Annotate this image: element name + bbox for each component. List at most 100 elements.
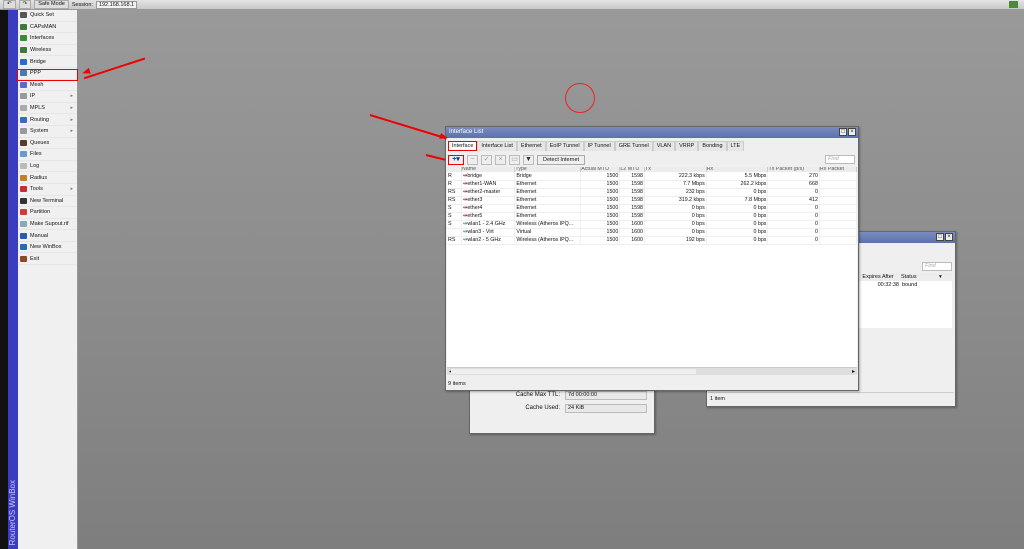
tab-ip-tunnel[interactable]: IP Tunnel	[583, 141, 615, 151]
col-status[interactable]: Status	[899, 273, 939, 281]
safe-mode-button[interactable]: Safe Mode	[34, 0, 69, 9]
sidebar-item-wireless[interactable]: Wireless	[18, 45, 77, 57]
tab-vrrp[interactable]: VRRP	[675, 141, 699, 151]
interface-name: ether4	[467, 205, 483, 211]
find-input[interactable]: Find	[825, 155, 855, 164]
undo-button[interactable]: ↶	[3, 0, 16, 9]
table-row[interactable]: S ⇹ether4 Ethernet 1500 1598 0 bps 0 bps 0	[447, 204, 857, 213]
sidebar-item-label: System	[30, 128, 49, 135]
cell	[819, 180, 857, 189]
cell	[819, 204, 857, 213]
window-title-bar[interactable]: Interface List □ ×	[446, 127, 858, 138]
tab-interface-list[interactable]: Interface List	[477, 141, 517, 151]
enable-button[interactable]: ✓	[481, 154, 492, 165]
sidebar-item-new-winbox[interactable]: New WinBox	[18, 242, 77, 254]
comment-button[interactable]: ▭	[509, 154, 520, 165]
cache-ttl-field[interactable]: 7d 00:00:00	[565, 391, 647, 400]
maximize-icon[interactable]: □	[839, 128, 847, 136]
sidebar-item-label: Bridge	[30, 58, 46, 65]
interface-name: wlan1 - 2.4 GHz	[467, 221, 506, 227]
tab-gre-tunnel[interactable]: GRE Tunnel	[614, 141, 653, 151]
sidebar-item-interfaces[interactable]: Interfaces	[18, 33, 77, 45]
cell: RS	[447, 188, 462, 197]
sidebar-item-queues[interactable]: Queues	[18, 138, 77, 150]
tab-lte[interactable]: LTE	[726, 141, 745, 151]
brand-text: RouterOS WinBox	[8, 479, 17, 545]
find-input[interactable]: Find	[922, 262, 952, 271]
sidebar-item-capsman[interactable]: CAPsMAN	[18, 22, 77, 34]
sidebar-item-bridge[interactable]: Bridge	[18, 56, 77, 68]
sidebar-item-partition[interactable]: Partition	[18, 207, 77, 219]
tab-interface[interactable]: Interface	[448, 141, 478, 151]
cell: Ethernet	[514, 204, 582, 213]
remove-button[interactable]: −	[467, 154, 478, 165]
redo-button[interactable]: ↷	[18, 0, 32, 9]
screen-edge	[0, 10, 8, 549]
sidebar-item-label: Make Supout.rif	[30, 220, 69, 227]
menu-icon	[20, 93, 27, 100]
sidebar-item-tools[interactable]: Tools ▸	[18, 184, 77, 196]
annotation-arrow	[425, 154, 446, 161]
sidebar-item-label: IP	[30, 93, 36, 100]
table-row[interactable]: RS ⇹wlan2 - 5 GHz Wireless (Atheros IPQ...…	[447, 236, 857, 245]
interface-name: wlan2 - 5 GHz	[467, 237, 501, 243]
add-button[interactable]: +▾	[448, 154, 464, 165]
filter-icon[interactable]: ▼	[523, 154, 534, 165]
sidebar-item-log[interactable]: Log	[18, 161, 77, 173]
close-icon[interactable]: ×	[945, 233, 953, 241]
sidebar-item-label: Partition	[30, 209, 51, 216]
table-row[interactable]: R ⇹bridge Bridge 1500 1598 222.3 kbps 5.5 Mbps…	[447, 172, 857, 181]
tab-ethernet[interactable]: Ethernet	[516, 141, 546, 151]
tab-eoip-tunnel[interactable]: EoIP Tunnel	[545, 141, 584, 151]
column-menu-icon[interactable]: ▾	[939, 273, 942, 281]
cell: ⇹wlan1 - 2.4 GHz	[461, 220, 516, 229]
expires-value: 00:32:38	[877, 282, 899, 288]
session-value: 192.168.168.1	[95, 0, 138, 9]
sidebar-item-manual[interactable]: Manual	[18, 230, 77, 242]
cell: 1500	[580, 212, 621, 221]
sidebar-item-exit[interactable]: Exit	[18, 253, 77, 266]
sidebar-item-ip[interactable]: IP ▸	[18, 91, 77, 103]
horizontal-scrollbar[interactable]: ◂▸	[447, 367, 857, 375]
tab-bonding[interactable]: Bonding	[698, 141, 727, 151]
sidebar-item-routing[interactable]: Routing ▸	[18, 114, 77, 126]
table-row[interactable]: S ⇹wlan1 - 2.4 GHz Wireless (Atheros IPQ..…	[447, 220, 857, 229]
sidebar-item-system[interactable]: System ▸	[18, 126, 77, 138]
maximize-icon[interactable]: □	[936, 233, 944, 241]
sidebar-item-label: Log	[30, 163, 40, 170]
cell: 0	[767, 220, 820, 229]
table-row[interactable]: 00:32:38 bound	[857, 281, 952, 289]
sidebar-item-new-terminal[interactable]: New Terminal	[18, 196, 77, 208]
interface-list-window: Interface List □ × Interface Interface Lis…	[445, 126, 859, 391]
arrow-head	[439, 132, 449, 142]
cell: ⇹ether5	[461, 212, 516, 221]
detect-internet-button[interactable]: Detect Internet	[537, 154, 586, 165]
sidebar-item-mesh[interactable]: Mesh	[18, 80, 77, 92]
cell: 0 bps	[706, 236, 769, 245]
table-row[interactable]: ⇹wlan3 - Virt Virtual 1500 1600 0 bps 0 bps 0	[447, 228, 857, 237]
annotation-arrow	[369, 114, 447, 139]
cell: Ethernet	[514, 180, 582, 189]
table-row[interactable]: RS ⇹ether3 Ethernet 1500 1598 319.2 kbps 7.8 M…	[447, 196, 857, 205]
cell	[819, 228, 857, 237]
sidebar-item-mpls[interactable]: MPLS ▸	[18, 103, 77, 115]
close-icon[interactable]: ×	[848, 128, 856, 136]
table-row[interactable]: RS ⇹ether2-master Ethernet 1500 1598 232 bps 0…	[447, 188, 857, 197]
col-expires-after[interactable]: Expires After	[857, 273, 899, 281]
status-value: bound	[902, 282, 918, 288]
sidebar-item-label: CAPsMAN	[30, 23, 57, 30]
disable-button[interactable]: ×	[495, 154, 506, 165]
sidebar-item-radius[interactable]: Radius	[18, 172, 77, 184]
cell: R	[447, 180, 462, 189]
table-row[interactable]: R ⇹ether1-WAN Ethernet 1500 1598 7.7 Mbps 262.…	[447, 180, 857, 189]
sidebar-item-label: Wireless	[30, 47, 52, 54]
cell: 1600	[619, 236, 646, 245]
tab-vlan[interactable]: VLAN	[652, 141, 676, 151]
annotation-circle	[565, 83, 595, 113]
sidebar-item-make-supout-rif[interactable]: Make Supout.rif	[18, 219, 77, 231]
table-row[interactable]: S ⇹ether5 Ethernet 1500 1598 0 bps 0 bps 0	[447, 212, 857, 221]
sidebar-item-quick-set[interactable]: Quick Set	[18, 10, 77, 22]
sidebar-item-files[interactable]: Files	[18, 149, 77, 161]
cell	[819, 172, 857, 181]
cell: 0 bps	[706, 228, 769, 237]
